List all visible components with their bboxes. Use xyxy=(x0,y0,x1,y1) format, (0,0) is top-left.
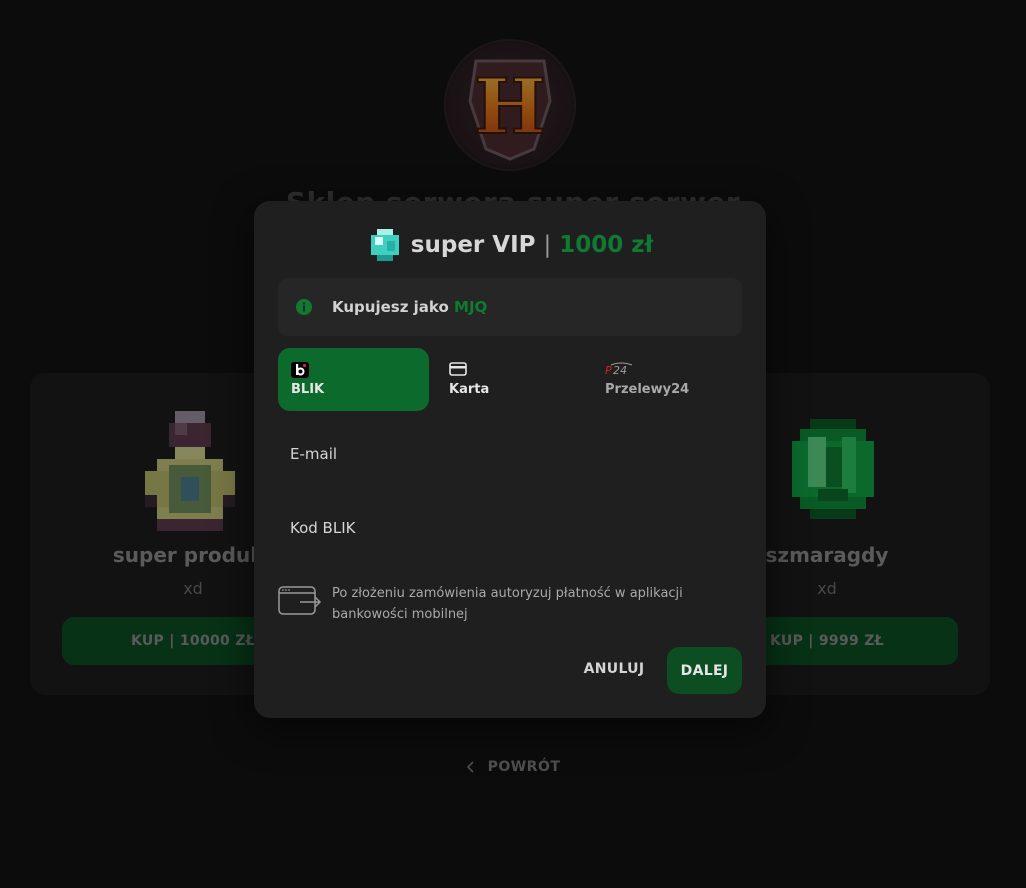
tab-przelewy24[interactable]: P 24 Przelewy24 xyxy=(592,348,743,411)
buyer-info-banner: Kupujesz jako MJQ xyxy=(278,278,742,336)
tab-label: Karta xyxy=(449,382,490,397)
blik-note: Po złożeniu zamówienia autoryzuj płatnoś… xyxy=(278,583,742,623)
modal-title: super VIP | 1000 zł xyxy=(254,227,766,263)
tab-label: BLIK xyxy=(291,382,325,397)
blik-code-field[interactable]: Kod BLIK xyxy=(290,519,355,537)
payment-method-tabs: BLIK Karta P 24 Przelewy24 xyxy=(278,348,742,411)
tab-label: Przelewy24 xyxy=(605,382,690,397)
app-redirect-icon xyxy=(278,586,322,615)
buyer-username: MJQ xyxy=(454,298,488,316)
buyer-prefix: Kupujesz jako xyxy=(332,298,449,316)
modal-product-name: super VIP xyxy=(410,232,536,258)
modal-price: 1000 zł xyxy=(559,232,654,258)
info-icon xyxy=(296,299,312,315)
email-field[interactable]: E-mail xyxy=(290,445,337,463)
title-separator: | xyxy=(543,232,552,258)
p24-icon: P 24 xyxy=(605,362,633,376)
card-icon xyxy=(449,362,467,376)
svg-text:24: 24 xyxy=(613,364,627,376)
cancel-button[interactable]: ANULUJ xyxy=(572,651,656,687)
diamond-icon xyxy=(370,229,399,261)
svg-text:P: P xyxy=(605,364,612,376)
next-button[interactable]: DALEJ xyxy=(667,647,742,694)
tab-card[interactable]: Karta xyxy=(436,348,587,411)
tab-blik[interactable]: BLIK xyxy=(278,348,429,411)
payment-modal: super VIP | 1000 zł Kupujesz jako MJQ BL… xyxy=(254,201,766,718)
blik-note-text: Po złożeniu zamówienia autoryzuj płatnoś… xyxy=(332,586,683,622)
blik-icon xyxy=(291,362,309,378)
